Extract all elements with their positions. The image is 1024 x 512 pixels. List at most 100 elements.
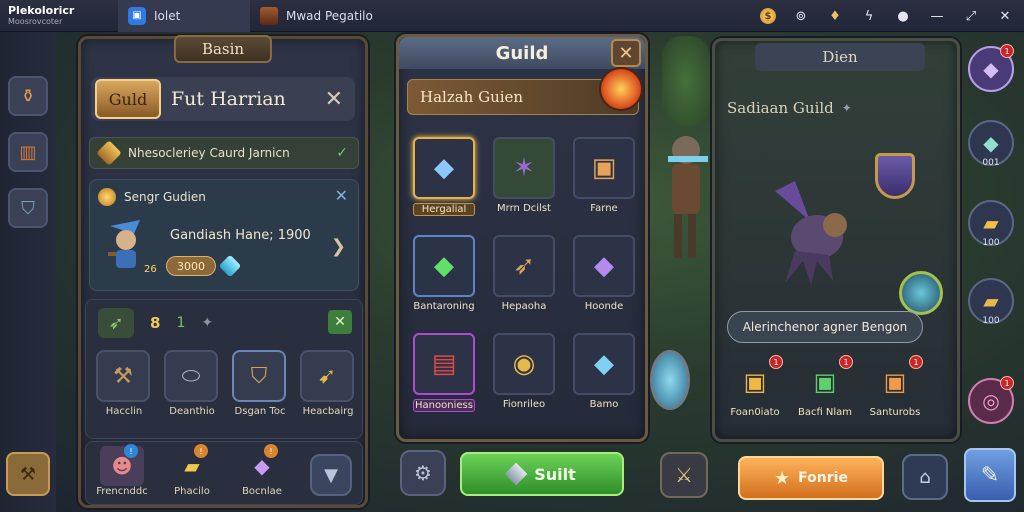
bolt-icon[interactable]: ϟ (860, 9, 878, 24)
app-logo: Plekoloricr Moosrovcoter (0, 0, 118, 32)
portal-ring (650, 350, 690, 410)
guild-shop-panel: Guild ✕ Halzah Guien ◆ Hergalial ✶ Mrrn … (396, 34, 648, 442)
diamond-icon (218, 254, 242, 278)
gift-box-icon: ▣ (573, 137, 635, 199)
edit-icon[interactable]: ✎ (964, 448, 1016, 502)
equipment-section: ➶ 8 1 ✦ ✕ ⚒ Hacclin ⬭ Deanthio ⛉ Dsgan T… (85, 299, 363, 439)
tab-label: Mwad Pegatilo (286, 8, 373, 23)
gold-bar-icon: ▰! (170, 444, 214, 486)
portal-button[interactable]: ◎ 1 (968, 376, 1014, 424)
equipment-slot[interactable]: ➹ Heacbairg (300, 350, 356, 432)
app-subtitle: Moosrovcoter (8, 16, 63, 26)
axe-icon[interactable]: ⚒ (6, 452, 50, 496)
target-icon[interactable]: ⊚ (792, 9, 810, 24)
shop-item[interactable]: ◆ Hergalial (413, 137, 475, 227)
guild-title: Sadiaan Guild ✦ (727, 99, 852, 117)
sparkle-icon: ✦ (201, 315, 214, 331)
guild-info-panel: Basin Guld Fut Harrian ✕ Nhesocleriey Ca… (78, 35, 368, 508)
equipment-slot[interactable]: ⚒ Hacclin (96, 350, 152, 432)
reward-item[interactable]: ▣ 1 Foan0iato (725, 355, 785, 418)
inventory-slot[interactable]: ☻! Frencnddc (94, 444, 150, 497)
close-icon[interactable]: ✕ (611, 39, 641, 67)
shop-item[interactable]: ✶ Mrrn Dcilst (493, 137, 555, 227)
inventory-slot[interactable]: ◆! Bocnlae (234, 444, 290, 497)
fire-emblem-icon (599, 67, 643, 111)
notification-badge: 1 (909, 355, 923, 369)
treasure-icon[interactable]: ⚱ (8, 76, 48, 116)
spiral-orb-icon[interactable] (899, 271, 943, 315)
settings-icon[interactable]: ⚙ (400, 450, 446, 496)
suit-button[interactable]: Suilt (460, 452, 624, 496)
item-label: Bantaroning (413, 301, 475, 312)
record-icon[interactable]: ● (894, 9, 912, 24)
equipment-slot[interactable]: ⬭ Deanthio (164, 350, 220, 432)
inventory-slot[interactable]: ▰! Phacilo (164, 444, 220, 497)
reward-item[interactable]: ▣ 1 Santurobs (865, 355, 925, 418)
orange-chest-icon: ▣ 1 (873, 355, 923, 403)
notification-badge: 1 (1000, 376, 1014, 390)
tab-iolet[interactable]: ▣ Iolet (118, 0, 250, 32)
game-thumbnail-icon (260, 6, 278, 25)
tab-game[interactable]: Mwad Pegatilo (250, 0, 383, 32)
creature-icon: ☻! (100, 444, 144, 486)
shop-item[interactable]: ◉ Fionrileo (493, 333, 555, 423)
reward-item[interactable]: ▣ 1 Bacfi Nlam (795, 355, 855, 418)
slot-label: Phacilo (174, 486, 210, 497)
member-card[interactable]: Sengr Gudien ✕ 26 Gandiash Hane; 1900 ❯ … (89, 179, 359, 291)
coin-icon (98, 188, 116, 206)
tab-label: Iolet (154, 8, 181, 23)
gold-bar-button[interactable]: ▰ 100 (968, 200, 1014, 248)
fortune-button-label: Fonrie (798, 470, 848, 486)
member-card-label: Sengr Gudien (124, 190, 206, 204)
chevron-down-icon[interactable]: ▼ (310, 454, 352, 496)
close-icon[interactable]: ✕ (335, 186, 348, 205)
bow-icon: ➶ (98, 308, 134, 338)
stat-value: 8 (150, 314, 161, 332)
close-icon[interactable]: ✕ (996, 9, 1014, 24)
slot-label: Dsgan Toc (234, 406, 286, 417)
item-label: Hanooniess (413, 399, 475, 412)
home-icon[interactable]: ⌂ (902, 454, 948, 500)
minimize-icon[interactable]: — (928, 9, 946, 24)
green-gift-icon: ▣ 1 (803, 355, 853, 403)
item-label: Mrrn Dcilst (497, 203, 551, 214)
shield-icon[interactable]: ⛉ (8, 188, 48, 228)
item-label: Bamo (589, 399, 619, 410)
expand-icon[interactable]: ⤢ (962, 9, 980, 24)
warrior-figure (668, 136, 708, 258)
chevron-right-icon[interactable]: ❯ (331, 236, 346, 257)
check-icon: ✓ (336, 145, 348, 161)
purple-gem-button[interactable]: ◆ 1 (968, 44, 1014, 92)
expand-icon[interactable]: ✕ (328, 310, 352, 334)
trophy-icon[interactable]: ♦ (826, 9, 844, 24)
shop-item[interactable]: ◆ Hoonde (573, 235, 635, 325)
guild-banner: Alerinchenor agner Bengon (727, 311, 923, 343)
shop-item[interactable]: ◆ Bamo (573, 333, 635, 423)
title-bar: Plekoloricr Moosrovcoter ▣ Iolet Mwad Pe… (0, 0, 1024, 32)
guild-badge: Guld (95, 79, 161, 119)
shop-item[interactable]: ◆ Bantaroning (413, 235, 475, 325)
close-icon[interactable]: ✕ (325, 87, 343, 112)
crystal-button[interactable]: ◆ 001 (968, 120, 1014, 168)
shop-item[interactable]: ▣ Farne (573, 137, 635, 227)
amount-badge: 3000 (166, 256, 216, 276)
gem-icon (96, 140, 122, 166)
equipment-slot[interactable]: ⛉ Dsgan Toc (232, 350, 288, 432)
purple-gem-icon: ◆ (573, 235, 635, 297)
shop-item[interactable]: ▤ Hanooniess (413, 333, 475, 423)
gold-ingot-button[interactable]: ▰ 100 (968, 278, 1014, 326)
guild-shield-icon (875, 153, 915, 199)
shop-item[interactable]: ➶ Hepaoha (493, 235, 555, 325)
sword-icon[interactable]: ⚔ (660, 452, 708, 498)
coin-icon[interactable]: $ (760, 8, 776, 24)
gold-box-icon: ▣ 1 (733, 355, 783, 403)
list-item[interactable]: Nhesocleriey Caurd Jarnicn ✓ (89, 137, 359, 169)
fortune-button[interactable]: ★ Fonrie (738, 456, 884, 500)
stat-value: 1 (176, 315, 186, 331)
item-label: Santurobs (869, 407, 921, 418)
item-label: Hergalial (413, 203, 475, 216)
guild-name: Sadiaan Guild (727, 99, 834, 117)
left-rail: ⚱ ▥ ⛉ ⚒ (0, 32, 56, 512)
ice-crystal-icon: ◆ (573, 333, 635, 395)
building-icon[interactable]: ▥ (8, 132, 48, 172)
